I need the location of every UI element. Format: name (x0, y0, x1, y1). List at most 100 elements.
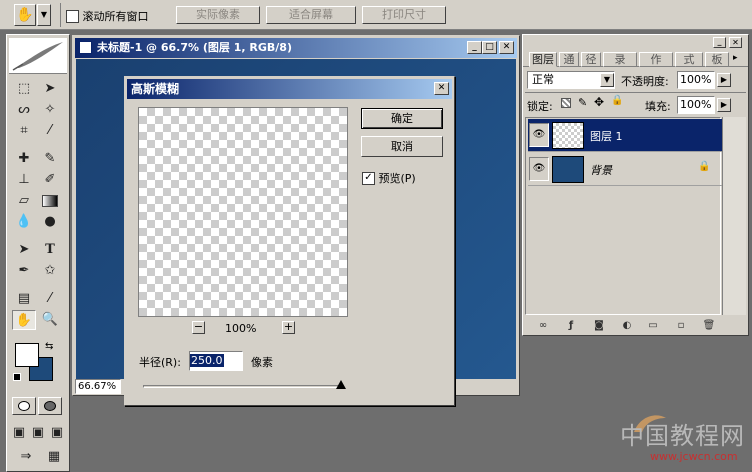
minimize-icon[interactable]: _ (467, 41, 482, 54)
layer-name[interactable]: 背景 (590, 162, 612, 178)
trash-icon[interactable]: 🗑 (701, 319, 717, 333)
screen-mode-full-icon[interactable]: ▣ (48, 423, 66, 443)
zoom-status[interactable]: 66.67% (75, 379, 121, 394)
tab-layers[interactable]: 图层 (529, 52, 557, 67)
opacity-label: 不透明度: (621, 75, 669, 88)
hand-tool-icon[interactable]: ✋ (12, 310, 36, 330)
radius-slider-track[interactable] (143, 385, 343, 388)
dialog-title-bar[interactable]: 高斯模糊 ✕ (127, 79, 452, 99)
fill-arrow-icon[interactable]: ▶ (717, 98, 731, 112)
dodge-icon[interactable]: ● (38, 212, 62, 232)
preview-option[interactable]: ✓ 预览(P) (362, 170, 442, 185)
opacity-input[interactable]: 100% (677, 71, 715, 89)
default-colors-icon[interactable] (13, 373, 21, 381)
blur-icon[interactable]: 💧 (12, 212, 36, 232)
slice-icon[interactable]: ⁄ (38, 121, 62, 141)
blend-mode-select[interactable]: 正常 ▼ (527, 71, 615, 89)
radius-input[interactable]: 250.0 (189, 351, 243, 371)
document-title-bar[interactable]: 未标题-1 @ 66.7% (图层 1, RGB/8) _ □ ✕ (75, 38, 517, 58)
lock-all-icon[interactable]: 🔒 (611, 95, 623, 106)
close-icon[interactable]: ✕ (499, 41, 514, 54)
imageready-icon[interactable]: ▦ (42, 447, 66, 467)
eye-icon[interactable]: 👁 (529, 123, 549, 147)
fit-screen-button[interactable]: 适合屏幕 (266, 6, 356, 24)
lasso-icon[interactable]: ᔕ (12, 100, 36, 120)
healing-brush-icon[interactable]: ✚ (12, 149, 36, 169)
dialog-close-icon[interactable]: ✕ (434, 82, 449, 95)
zoom-in-button[interactable]: + (282, 321, 295, 334)
lock-pixels-icon[interactable]: ✎ (578, 96, 587, 109)
marquee-icon[interactable]: ⬚ (12, 79, 36, 99)
history-brush-icon[interactable]: ✐ (38, 170, 62, 190)
new-group-icon[interactable]: ▭ (645, 319, 661, 333)
gaussian-blur-dialog: 高斯模糊 ✕ − 100% + 确定 取消 ✓ 预览(P) 半径(R): 250… (124, 76, 455, 406)
scroll-all-checkbox[interactable] (66, 9, 79, 23)
lock-transparency-icon[interactable] (561, 98, 571, 108)
custom-shape-icon[interactable]: ✩ (38, 261, 62, 281)
crop-icon[interactable]: ⌗ (12, 121, 36, 141)
link-icon[interactable]: ∞ (535, 319, 551, 333)
panel-minimize-icon[interactable]: _ (713, 37, 726, 48)
new-layer-icon[interactable]: ▫ (673, 319, 689, 333)
tab-channels[interactable]: 通 (559, 52, 579, 67)
layer-row[interactable]: 👁 背景 🔒 (528, 153, 722, 186)
cancel-button[interactable]: 取消 (361, 136, 443, 157)
scroll-all-label: 滚动所有窗口 (82, 10, 149, 23)
brush-icon[interactable]: ✎ (38, 149, 62, 169)
chevron-down-icon: ▼ (600, 73, 614, 87)
blur-preview[interactable] (138, 107, 348, 317)
tab-styles[interactable]: 式 (675, 52, 703, 67)
foreground-color-swatch[interactable] (15, 343, 39, 367)
fill-label: 填充: (645, 100, 671, 113)
eyedropper-icon[interactable]: ⁄ (38, 289, 62, 309)
layer-row[interactable]: 👁 图层 1 (528, 119, 722, 152)
hand-icon[interactable]: ✋ (14, 4, 36, 26)
magic-wand-icon[interactable]: ✧ (38, 100, 62, 120)
clone-stamp-icon[interactable]: ⊥ (12, 170, 36, 190)
radius-slider-handle[interactable] (336, 380, 346, 389)
print-size-button[interactable]: 打印尺寸 (362, 6, 446, 24)
lock-position-icon[interactable]: ✥ (594, 95, 604, 109)
photoshop-doc-icon (79, 41, 92, 54)
toolbox: ⬚ ➤ ᔕ ✧ ⌗ ⁄ ✚ ✎ ⊥ ✐ ▱ 💧 ● ➤ T ✒ ✩ ▤ ⁄ ✋ … (6, 34, 70, 472)
notes-icon[interactable]: ▤ (12, 289, 36, 309)
feather-logo (9, 38, 67, 74)
panel-title-strip: _ ✕ (525, 37, 746, 49)
screen-mode-full-menu-icon[interactable]: ▣ (29, 423, 47, 443)
gradient-icon[interactable] (38, 191, 62, 211)
preview-checkbox[interactable]: ✓ (362, 171, 375, 185)
layer-mask-icon[interactable]: ◙ (591, 319, 607, 333)
move-icon[interactable]: ➤ (38, 79, 62, 99)
layer-style-icon[interactable]: ƒ (563, 319, 579, 333)
tab-paths[interactable]: 径 (581, 52, 601, 67)
tab-actions[interactable]: 作 (639, 52, 673, 67)
scroll-all-windows-option[interactable]: 滚动所有窗口 (66, 8, 176, 23)
type-icon[interactable]: T (38, 240, 62, 260)
opacity-arrow-icon[interactable]: ▶ (717, 73, 731, 87)
layer-name[interactable]: 图层 1 (590, 128, 623, 144)
adjustment-layer-icon[interactable]: ◐ (619, 319, 635, 333)
zoom-out-button[interactable]: − (192, 321, 205, 334)
tab-swatches[interactable]: 板 (705, 52, 729, 67)
layers-scrollbar[interactable] (722, 117, 746, 315)
screen-mode-standard-icon[interactable]: ▣ (10, 423, 28, 443)
jump-to-imageready-icon[interactable]: ⇒ (12, 447, 40, 467)
tool-preset-dropdown[interactable]: ▼ (37, 4, 51, 26)
eye-icon[interactable]: 👁 (529, 157, 549, 181)
radius-unit: 像素 (251, 356, 273, 369)
zoom-icon[interactable]: 🔍 (38, 310, 62, 330)
panel-menu-icon[interactable]: ▸ (733, 53, 738, 63)
swap-colors-icon[interactable]: ⇆ (45, 341, 53, 352)
actual-pixels-button[interactable]: 实际像素 (176, 6, 260, 24)
maximize-icon[interactable]: □ (482, 41, 497, 54)
eraser-icon[interactable]: ▱ (12, 191, 36, 211)
preview-label: 预览(P) (378, 172, 416, 185)
tab-history[interactable]: 录 (603, 52, 637, 67)
pen-icon[interactable]: ✒ (12, 261, 36, 281)
path-selection-icon[interactable]: ➤ (12, 240, 36, 260)
panel-close-icon[interactable]: ✕ (729, 37, 742, 48)
ok-button[interactable]: 确定 (361, 108, 443, 129)
fill-input[interactable]: 100% (677, 96, 715, 114)
radius-value: 250.0 (190, 354, 224, 367)
document-title: 未标题-1 @ 66.7% (图层 1, RGB/8) (97, 41, 292, 54)
